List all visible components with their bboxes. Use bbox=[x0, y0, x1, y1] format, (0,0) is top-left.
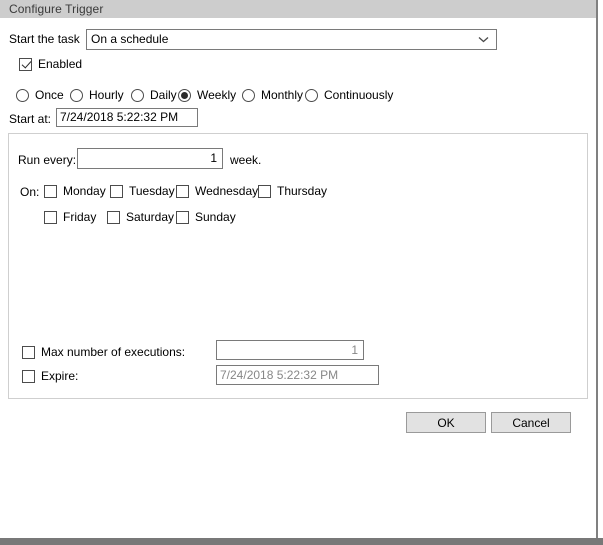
run-every-input[interactable]: 1 bbox=[77, 148, 223, 169]
run-every-unit-label: week. bbox=[230, 153, 262, 167]
day-checkbox-thursday[interactable]: Thursday bbox=[258, 184, 327, 198]
run-every-label: Run every: bbox=[18, 153, 77, 167]
radio-daily[interactable]: Daily bbox=[131, 88, 177, 102]
expire-checkbox[interactable]: Expire: bbox=[22, 369, 78, 383]
start-at-input[interactable]: 7/24/2018 5:22:32 PM bbox=[56, 108, 198, 127]
radio-continuously[interactable]: Continuously bbox=[305, 88, 393, 102]
day-label-monday: Monday bbox=[63, 184, 106, 198]
checkbox-box bbox=[176, 184, 189, 198]
radio-continuously-label: Continuously bbox=[324, 88, 394, 102]
bottom-edge-bar bbox=[0, 538, 603, 545]
day-label-wednesday: Wednesday bbox=[195, 184, 259, 198]
max-executions-input[interactable]: 1 bbox=[216, 340, 364, 360]
radio-box bbox=[305, 88, 318, 102]
enabled-checkbox[interactable]: Enabled bbox=[19, 57, 82, 71]
radio-once[interactable]: Once bbox=[16, 88, 64, 102]
checkbox-box-checked bbox=[19, 57, 32, 71]
dialog-title: Configure Trigger bbox=[9, 2, 104, 16]
max-executions-label: Max number of executions: bbox=[41, 345, 186, 359]
day-label-friday: Friday bbox=[63, 210, 97, 224]
radio-hourly-label: Hourly bbox=[89, 88, 124, 102]
radio-weekly[interactable]: Weekly bbox=[178, 88, 236, 102]
day-label-tuesday: Tuesday bbox=[129, 184, 175, 198]
start-at-label: Start at: bbox=[9, 112, 52, 126]
checkbox-box bbox=[176, 210, 189, 224]
cancel-button[interactable]: Cancel bbox=[491, 412, 571, 433]
expire-date-input[interactable]: 7/24/2018 5:22:32 PM bbox=[216, 365, 379, 385]
radio-daily-label: Daily bbox=[150, 88, 177, 102]
right-edge-filler bbox=[598, 0, 603, 538]
expire-label: Expire: bbox=[41, 369, 79, 383]
radio-monthly[interactable]: Monthly bbox=[242, 88, 303, 102]
ok-button[interactable]: OK bbox=[406, 412, 486, 433]
start-the-task-value: On a schedule bbox=[91, 32, 169, 46]
checkbox-box bbox=[258, 184, 271, 198]
start-the-task-dropdown[interactable]: On a schedule bbox=[86, 29, 497, 50]
radio-box-selected bbox=[178, 88, 191, 102]
radio-hourly[interactable]: Hourly bbox=[70, 88, 124, 102]
day-checkbox-saturday[interactable]: Saturday bbox=[107, 210, 174, 224]
checkbox-box bbox=[110, 184, 123, 198]
enabled-label: Enabled bbox=[38, 57, 83, 71]
day-label-saturday: Saturday bbox=[126, 210, 175, 224]
day-checkbox-wednesday[interactable]: Wednesday bbox=[176, 184, 258, 198]
day-checkbox-monday[interactable]: Monday bbox=[44, 184, 106, 198]
radio-once-label: Once bbox=[35, 88, 64, 102]
day-checkbox-sunday[interactable]: Sunday bbox=[176, 210, 236, 224]
radio-box bbox=[242, 88, 255, 102]
checkbox-box bbox=[44, 184, 57, 198]
radio-monthly-label: Monthly bbox=[261, 88, 304, 102]
radio-box bbox=[16, 88, 29, 102]
checkbox-box bbox=[107, 210, 120, 224]
radio-weekly-label: Weekly bbox=[197, 88, 237, 102]
start-the-task-label: Start the task bbox=[9, 32, 80, 46]
configure-trigger-dialog: Configure Trigger Start the task On a sc… bbox=[0, 0, 603, 545]
checkbox-box bbox=[22, 369, 35, 383]
day-label-sunday: Sunday bbox=[195, 210, 236, 224]
radio-box bbox=[70, 88, 83, 102]
on-days-label: On: bbox=[20, 185, 40, 199]
checkbox-box bbox=[22, 345, 35, 359]
dialog-titlebar: Configure Trigger bbox=[0, 0, 597, 18]
checkbox-box bbox=[44, 210, 57, 224]
day-checkbox-friday[interactable]: Friday bbox=[44, 210, 96, 224]
max-executions-checkbox[interactable]: Max number of executions: bbox=[22, 345, 185, 359]
radio-box bbox=[131, 88, 144, 102]
chevron-down-icon bbox=[477, 30, 489, 49]
day-checkbox-tuesday[interactable]: Tuesday bbox=[110, 184, 175, 198]
day-label-thursday: Thursday bbox=[277, 184, 328, 198]
